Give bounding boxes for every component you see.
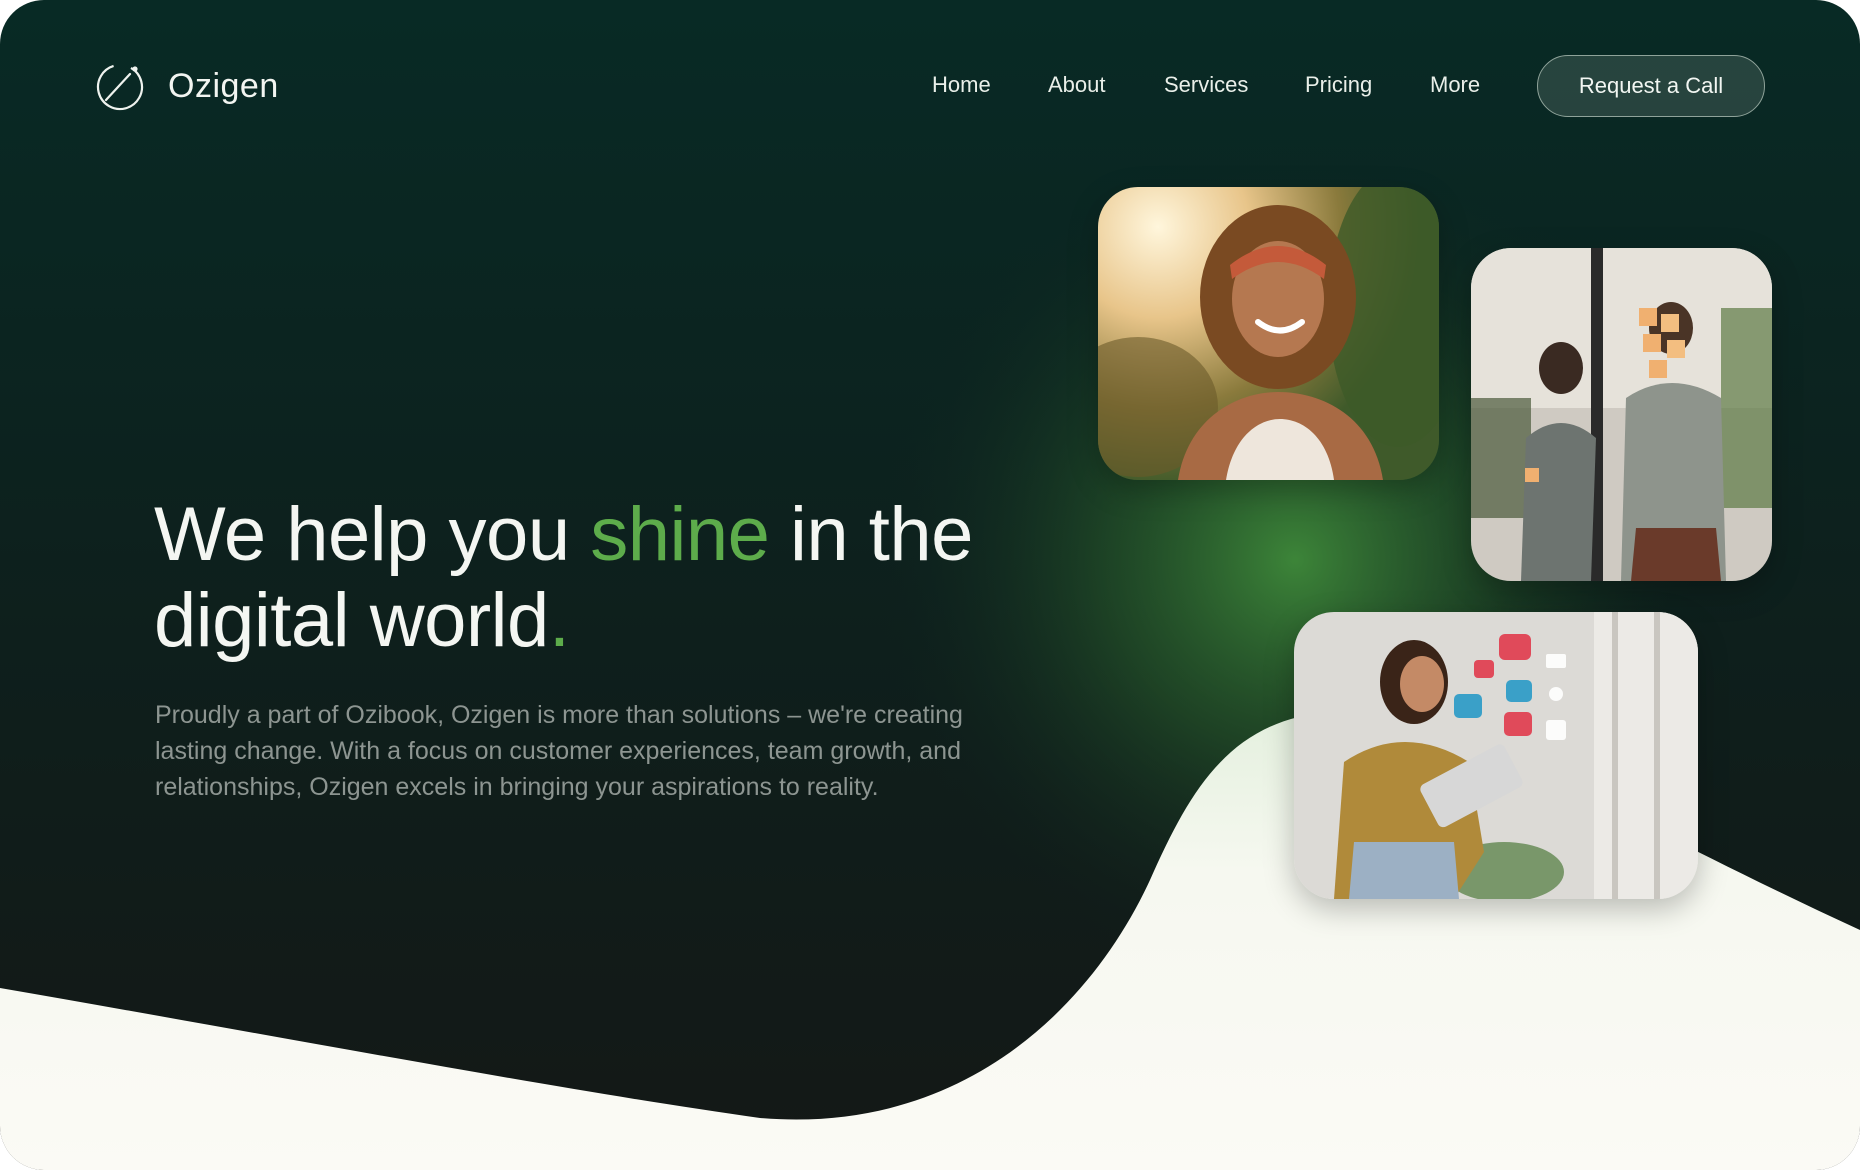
nav-services[interactable]: Services: [1164, 72, 1248, 98]
headline-part-1: We help you: [154, 492, 591, 577]
nav-pricing[interactable]: Pricing: [1305, 72, 1372, 98]
hero-description: Proudly a part of Ozibook, Ozigen is mor…: [155, 701, 963, 801]
orbit-logo-icon: [96, 63, 144, 111]
nav-home[interactable]: Home: [932, 72, 991, 98]
team-sticky-notes-photo: [1471, 248, 1772, 581]
nav-more[interactable]: More: [1430, 72, 1480, 98]
photo-card-smiling-woman: [1098, 187, 1439, 480]
smiling-woman-photo: [1098, 187, 1439, 480]
nav-about[interactable]: About: [1048, 72, 1106, 98]
photo-card-tablet: [1294, 612, 1698, 899]
photo-card-team: [1471, 248, 1772, 581]
request-call-button[interactable]: Request a Call: [1537, 55, 1765, 117]
headline-period: .: [548, 578, 570, 663]
page-frame: Ozigen Home About Services Pricing More …: [0, 0, 1860, 1170]
woman-tablet-social-photo: [1294, 612, 1698, 899]
brand-name: Ozigen: [168, 66, 279, 105]
hero-headline: We help you shine in the digital world.: [154, 492, 1054, 664]
headline-accent: shine: [590, 492, 770, 577]
brand-logo[interactable]: Ozigen: [94, 60, 279, 112]
